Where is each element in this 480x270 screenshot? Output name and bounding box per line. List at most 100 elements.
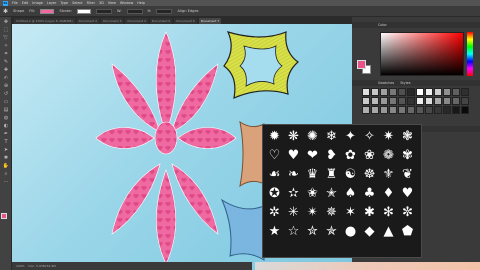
club-shape-icon[interactable]: ♣ <box>360 184 379 203</box>
swatch-chip[interactable] <box>452 97 460 105</box>
menu-window[interactable]: Window <box>120 1 133 5</box>
eight-spoke-shape-icon[interactable]: ✳ <box>284 203 303 222</box>
menu-image[interactable]: Image <box>32 1 43 5</box>
shape-mode-label[interactable]: Shape <box>13 9 24 13</box>
foreground-color-swatch[interactable] <box>357 60 366 69</box>
swatch-chip[interactable] <box>362 106 370 114</box>
magic-wand-tool-icon[interactable]: ✧ <box>2 43 10 49</box>
more-tools-icon[interactable]: ⋯ <box>2 179 10 185</box>
triangle-shape-icon[interactable]: ▲ <box>379 222 398 241</box>
tab-document-5[interactable]: Document 5 <box>149 17 173 24</box>
swatch-chip[interactable] <box>434 106 442 114</box>
tan-frame-shape[interactable] <box>239 120 265 188</box>
swatch-chip[interactable] <box>371 106 379 114</box>
pentagon-shape-icon[interactable]: ⬟ <box>398 222 417 241</box>
type-tool-icon[interactable]: T <box>2 139 10 145</box>
swatch-chip[interactable] <box>389 88 397 96</box>
circled-star-shape-icon[interactable]: ✪ <box>265 184 284 203</box>
swatch-chip[interactable] <box>461 106 469 114</box>
tab-document-6[interactable]: Document 6 <box>174 17 197 24</box>
custom-shape-tool-icon[interactable]: ✱ <box>2 155 10 161</box>
pinwheel-shape-icon[interactable]: ✵ <box>322 203 341 222</box>
heavy-heart-shape-icon[interactable]: ❤ <box>303 146 322 165</box>
tab-document-7[interactable]: Document 7 <box>198 17 222 24</box>
brush-tool-icon[interactable]: ✍ <box>2 75 10 81</box>
floral-shape-icon[interactable]: ❃ <box>398 127 417 146</box>
flower-outline-shape-icon[interactable]: ❀ <box>360 146 379 165</box>
menu-3d[interactable]: 3D <box>99 1 104 5</box>
swatch-chip[interactable] <box>362 97 370 105</box>
pinwheel-star-shape-icon[interactable]: ✯ <box>322 222 341 241</box>
color-panel-header[interactable]: Color <box>352 22 480 28</box>
blue-frame-shape[interactable] <box>220 198 265 261</box>
asterisk-shape-icon[interactable]: ✲ <box>265 203 284 222</box>
lasso-tool-icon[interactable]: ➰ <box>2 35 10 41</box>
swatch-chip[interactable] <box>389 106 397 114</box>
height-field[interactable] <box>156 8 173 14</box>
swatch-chip[interactable] <box>380 97 388 105</box>
tab-swatches[interactable]: Swatches <box>378 81 394 85</box>
blossom-shape-icon[interactable]: ✿ <box>341 146 360 165</box>
starburst-shape-icon[interactable]: ✺ <box>303 127 322 146</box>
sparkle-outline-shape-icon[interactable]: ✧ <box>360 127 379 146</box>
foreground-color-chip[interactable] <box>1 213 7 219</box>
blur-tool-icon[interactable]: ◍ <box>2 115 10 121</box>
sparkle-shape-icon[interactable]: ✦ <box>341 127 360 146</box>
fg-bg-colors[interactable] <box>357 60 371 74</box>
stroke-swatch[interactable] <box>76 8 91 14</box>
swatch-chip[interactable] <box>416 106 424 114</box>
swatch-chip[interactable] <box>398 106 406 114</box>
spade-shape-icon[interactable]: ♠ <box>341 184 360 203</box>
crown-shape-icon[interactable]: ♛ <box>303 165 322 184</box>
swatch-chip[interactable] <box>407 106 415 114</box>
pen-tool-icon[interactable]: ✒ <box>2 131 10 137</box>
swatch-chip[interactable] <box>434 97 442 105</box>
zoom-level[interactable]: 100% <box>16 264 25 268</box>
swatch-chip[interactable] <box>416 97 424 105</box>
swatch-chip[interactable] <box>452 88 460 96</box>
clone-stamp-tool-icon[interactable]: ⊕ <box>2 83 10 89</box>
rosette-shape-icon[interactable]: ✾ <box>398 146 417 165</box>
menu-type[interactable]: Type <box>60 1 68 5</box>
outlined-black-star-shape-icon[interactable]: ✮ <box>303 222 322 241</box>
swatch-chip[interactable] <box>380 106 388 114</box>
swatch-chip[interactable] <box>371 88 379 96</box>
swatch-chip[interactable] <box>443 106 451 114</box>
menu-layer[interactable]: Layer <box>47 1 56 5</box>
menu-filter[interactable]: Filter <box>87 1 95 5</box>
star-outline-shape-icon[interactable]: ✫ <box>284 184 303 203</box>
marquee-tool-icon[interactable]: ⬚ <box>2 27 10 33</box>
color-panel-title[interactable]: Color <box>378 23 387 27</box>
swatch-chip[interactable] <box>389 97 397 105</box>
circle-shape-icon[interactable]: ● <box>341 222 360 241</box>
crop-tool-icon[interactable]: ⌗ <box>2 51 10 57</box>
swatch-chip[interactable] <box>380 88 388 96</box>
swatch-chip[interactable] <box>398 97 406 105</box>
outlined-star-shape-icon[interactable]: ✭ <box>322 184 341 203</box>
history-brush-tool-icon[interactable]: ↺ <box>2 91 10 97</box>
heart-shape-icon[interactable]: ♥ <box>284 146 303 165</box>
heavy-asterisk-shape-icon[interactable]: ✱ <box>360 203 379 222</box>
menu-file[interactable]: File <box>12 1 18 5</box>
hand-tool-icon[interactable]: ✋ <box>2 163 10 169</box>
solid-star-shape-icon[interactable]: ★ <box>265 222 284 241</box>
flower-artwork[interactable] <box>95 31 237 265</box>
menu-view[interactable]: View <box>108 1 116 5</box>
diamond-solid-shape-icon[interactable]: ◆ <box>360 222 379 241</box>
swatch-chip[interactable] <box>452 106 460 114</box>
snowflake-shape-icon[interactable]: ❋ <box>284 127 303 146</box>
eight-petal-shape-icon[interactable]: ❁ <box>379 146 398 165</box>
swatch-chip[interactable] <box>461 88 469 96</box>
tab-document-2[interactable]: Document 2 <box>76 17 100 24</box>
eraser-tool-icon[interactable]: ▭ <box>2 99 10 105</box>
swatch-chip[interactable] <box>443 97 451 105</box>
flower-shape-icon[interactable]: ❄ <box>322 127 341 146</box>
width-field[interactable] <box>126 8 143 14</box>
teardrop-star-shape-icon[interactable]: ✻ <box>379 203 398 222</box>
swatch-chip[interactable] <box>461 97 469 105</box>
swatch-chip[interactable] <box>371 97 379 105</box>
hollow-star-shape-icon[interactable]: ☆ <box>284 222 303 241</box>
fleur-de-lis-shape-icon[interactable]: ⚜ <box>379 165 398 184</box>
six-point-star-shape-icon[interactable]: ✶ <box>341 203 360 222</box>
color-picker-field[interactable] <box>380 32 464 76</box>
